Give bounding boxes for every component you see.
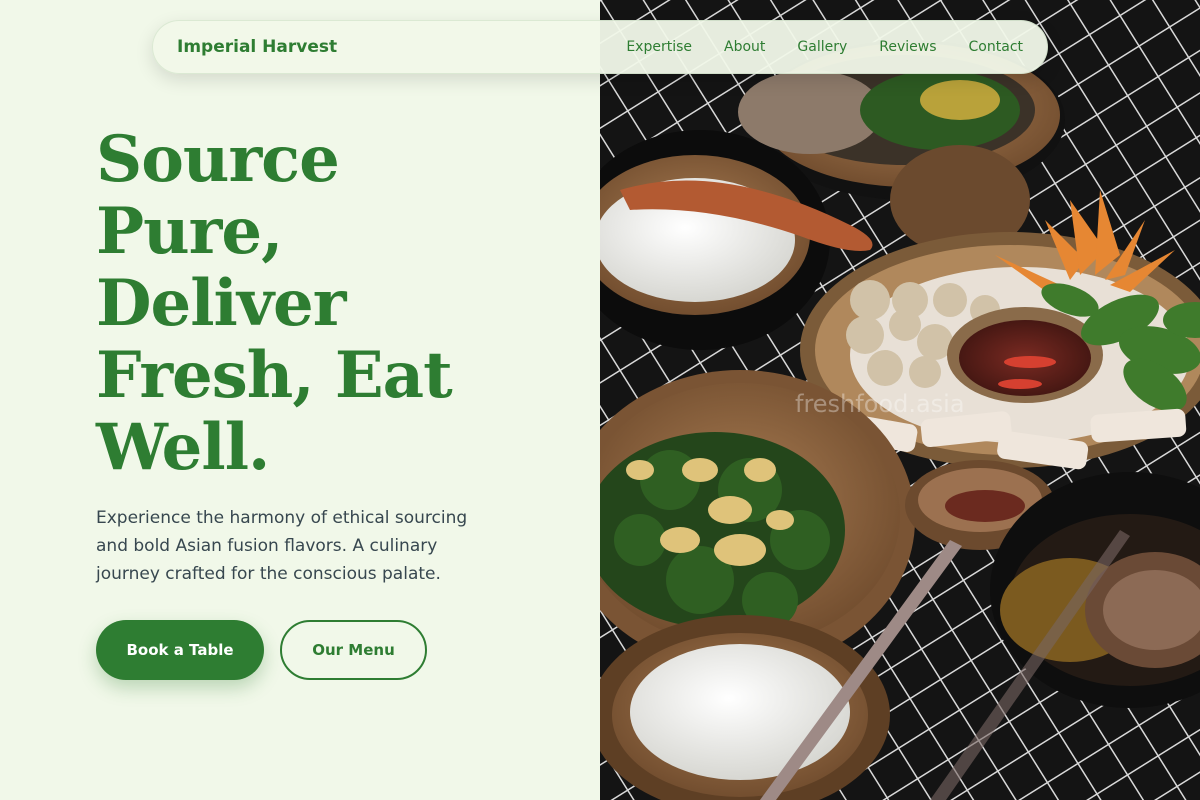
our-menu-button[interactable]: Our Menu xyxy=(280,620,427,680)
nav-link-contact[interactable]: Contact xyxy=(969,39,1023,55)
nav-link-expertise[interactable]: Expertise xyxy=(626,39,692,55)
hero-food-image: freshfood.asia xyxy=(600,0,1200,800)
nav-link-about[interactable]: About xyxy=(724,39,765,55)
hero-tagline: Experience the harmony of ethical sourci… xyxy=(96,508,468,584)
nav-links: Expertise About Gallery Reviews Contact xyxy=(626,39,1023,55)
headline-line: Well. xyxy=(96,410,270,485)
top-navbar: Imperial Harvest Expertise About Gallery… xyxy=(152,20,1048,74)
nav-link-gallery[interactable]: Gallery xyxy=(797,39,847,55)
headline-line: Fresh, Eat xyxy=(96,338,453,413)
headline-line: Deliver xyxy=(96,266,346,341)
brand-logo[interactable]: Imperial Harvest xyxy=(177,37,337,57)
book-table-button[interactable]: Book a Table xyxy=(96,620,264,680)
hero-headline: Source Pure, Deliver Fresh, Eat Well. xyxy=(96,124,556,484)
nav-link-reviews[interactable]: Reviews xyxy=(879,39,936,55)
headline-line: Pure, xyxy=(96,194,283,269)
image-watermark: freshfood.asia xyxy=(795,390,965,418)
headline-line: Source xyxy=(96,122,340,197)
